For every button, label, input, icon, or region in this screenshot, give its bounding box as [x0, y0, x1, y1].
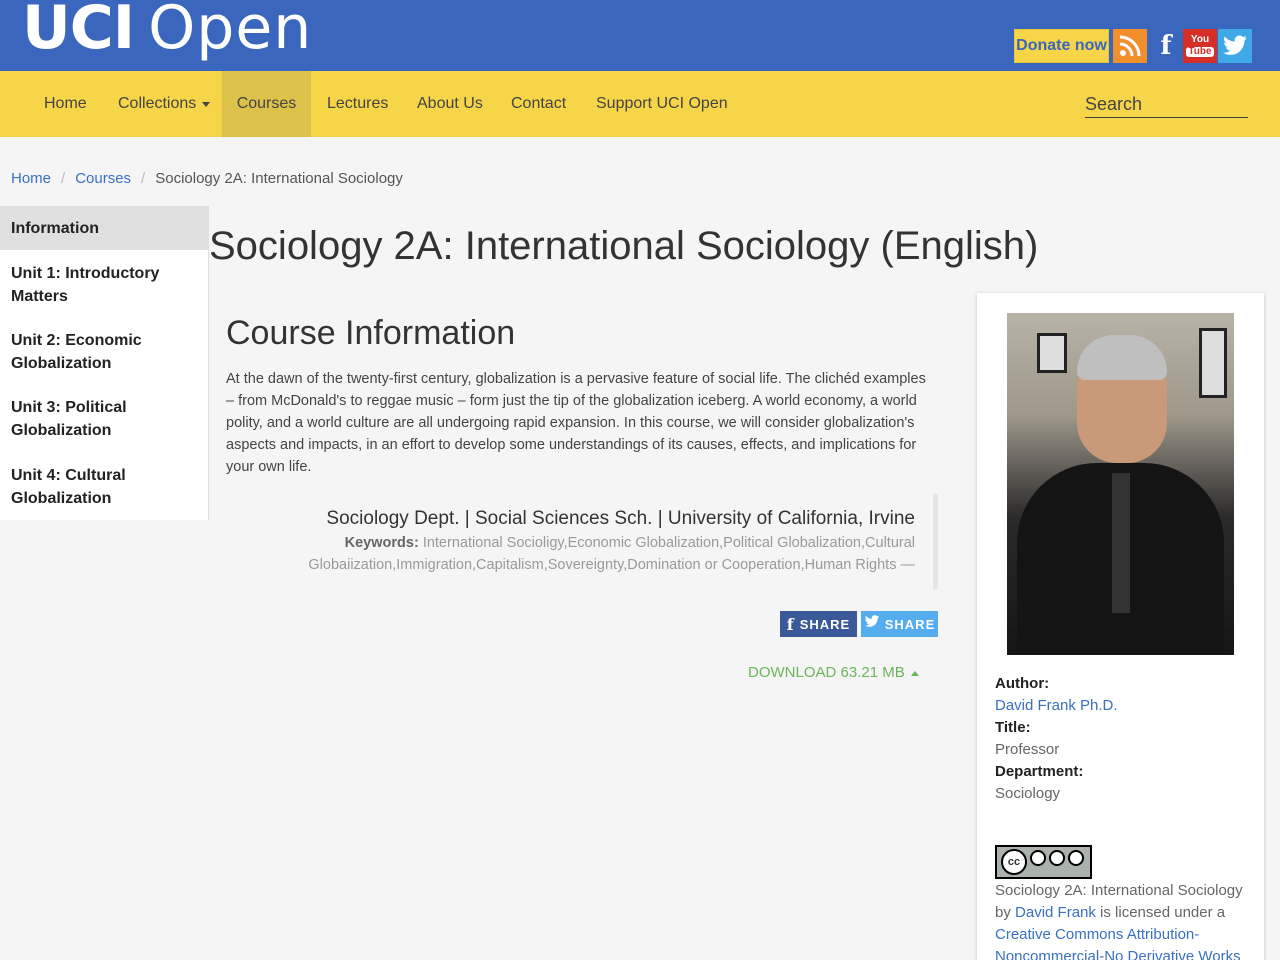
nav-collections[interactable]: Collections — [118, 71, 211, 137]
nc-icon — [1049, 850, 1065, 866]
author-photo — [1007, 313, 1234, 655]
section-title: Course Information — [226, 314, 516, 352]
page-title: Sociology 2A: International Sociology (E… — [209, 224, 1039, 268]
download-button[interactable]: DOWNLOAD 63.21 MB — [748, 664, 919, 681]
license-text: Sociology 2A: International Sociology by… — [995, 880, 1255, 960]
twitter-icon[interactable] — [1218, 29, 1252, 63]
caret-down-icon — [202, 101, 211, 107]
youtube-icon[interactable]: You Tube — [1183, 29, 1217, 63]
department-line: Sociology Dept. | Social Sciences Sch. |… — [326, 508, 915, 529]
nav-courses[interactable]: Courses — [222, 71, 311, 137]
department-value: Sociology — [995, 785, 1061, 802]
search-field — [1085, 92, 1248, 118]
nav-home[interactable]: Home — [44, 71, 87, 137]
share-label: SHARE — [799, 616, 851, 632]
keywords: Keywords: International Socioligy,Econom… — [280, 532, 915, 576]
photo-frame — [1199, 328, 1227, 398]
photo-hair — [1077, 335, 1167, 380]
breadcrumb-home[interactable]: Home — [11, 170, 51, 187]
logo-open: Open — [148, 0, 313, 63]
author-fields: Author: David Frank Ph.D. Title: Profess… — [995, 673, 1255, 805]
breadcrumb: Home / Courses / Sociology 2A: International… — [11, 170, 403, 187]
breadcrumb-separator: / — [141, 170, 146, 187]
license-link[interactable]: Creative Commons Attribution-Noncommerci… — [995, 926, 1241, 960]
share-label: SHARE — [884, 616, 936, 632]
sidebar-item-unit-1[interactable]: Unit 1: Introductory Matters — [0, 262, 209, 308]
sidebar-item-information[interactable]: Information — [0, 206, 209, 250]
nd-icon — [1068, 850, 1084, 866]
photo-frame — [1037, 333, 1067, 373]
rss-icon[interactable] — [1113, 29, 1147, 63]
nav-collections-label: Collections — [118, 95, 197, 112]
logo-uci: UCI — [22, 0, 135, 63]
site-header: UCI Open Donate now f You Tube — [0, 0, 1280, 71]
title-label: Title: — [995, 719, 1031, 736]
facebook-icon[interactable]: f — [1149, 29, 1183, 63]
author-label: Author: — [995, 675, 1050, 692]
by-icon — [1030, 850, 1046, 866]
sidebar-item-unit-3[interactable]: Unit 3: Political Globalization — [0, 396, 209, 442]
author-card: Author: David Frank Ph.D. Title: Profess… — [977, 293, 1264, 960]
creative-commons-badge[interactable]: cc — [995, 845, 1092, 879]
facebook-icon: f — [786, 614, 795, 634]
nav-about-us[interactable]: About Us — [417, 71, 483, 137]
course-meta: Sociology Dept. | Social Sciences Sch. |… — [280, 494, 938, 589]
course-sidebar: Information Unit 1: Introductory Matters… — [0, 206, 209, 520]
nav-support[interactable]: Support UCI Open — [596, 71, 728, 137]
nav-lectures[interactable]: Lectures — [327, 71, 388, 137]
breadcrumb-separator: / — [61, 170, 66, 187]
caret-up-icon — [910, 670, 919, 676]
download-label: DOWNLOAD 63.21 MB — [748, 664, 905, 681]
donate-button[interactable]: Donate now — [1014, 29, 1109, 63]
nav-contact[interactable]: Contact — [511, 71, 566, 137]
license-mid: is licensed under a — [1100, 904, 1226, 921]
twitter-icon — [864, 615, 880, 633]
twitter-share-button[interactable]: SHARE — [861, 611, 938, 637]
title-value: Professor — [995, 741, 1060, 758]
sidebar-item-unit-4[interactable]: Unit 4: Cultural Globalization — [0, 464, 209, 510]
search-input[interactable] — [1085, 92, 1248, 116]
department-label: Department: — [995, 763, 1084, 780]
sidebar-item-unit-2[interactable]: Unit 2: Economic Globalization — [0, 329, 209, 375]
breadcrumb-current: Sociology 2A: International Sociology — [155, 170, 403, 187]
license-author-link[interactable]: David Frank — [1015, 904, 1096, 921]
breadcrumb-courses[interactable]: Courses — [75, 170, 131, 187]
course-description: At the dawn of the twenty-first century,… — [226, 371, 926, 475]
facebook-share-button[interactable]: f SHARE — [780, 611, 857, 637]
cc-icon: cc — [1001, 849, 1027, 875]
keywords-label: Keywords: — [344, 535, 419, 551]
site-logo[interactable]: UCI Open — [22, 0, 312, 68]
photo-tie — [1112, 473, 1130, 613]
author-name-link[interactable]: David Frank Ph.D. — [995, 695, 1255, 717]
